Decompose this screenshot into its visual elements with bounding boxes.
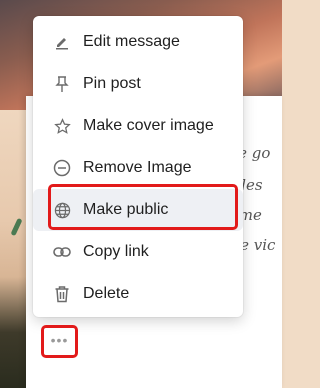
menu-item-pin-post[interactable]: Pin post	[33, 63, 243, 105]
menu-item-copy-link[interactable]: Copy link	[33, 231, 243, 273]
link-icon	[51, 241, 73, 263]
pin-icon	[51, 73, 73, 95]
leaf-decoration	[10, 217, 23, 237]
menu-item-label: Make cover image	[83, 117, 214, 134]
globe-icon	[51, 199, 73, 221]
menu-item-label: Make public	[83, 201, 169, 218]
menu-item-remove-image[interactable]: Remove Image	[33, 147, 243, 189]
menu-item-edit-message[interactable]: Edit message	[33, 21, 243, 63]
menu-item-label: Pin post	[83, 75, 141, 92]
menu-item-label: Copy link	[83, 243, 149, 260]
pencil-icon	[51, 31, 73, 53]
background-decoration	[0, 110, 26, 388]
menu-item-label: Remove Image	[83, 159, 192, 176]
menu-item-delete[interactable]: Delete	[33, 273, 243, 315]
menu-item-label: Delete	[83, 285, 130, 302]
star-icon	[51, 115, 73, 137]
menu-item-make-public[interactable]: Make public	[33, 189, 243, 231]
ellipsis-icon: •••	[50, 332, 69, 348]
more-options-button[interactable]: •••	[41, 325, 78, 358]
trash-icon	[51, 283, 73, 305]
menu-item-make-cover-image[interactable]: Make cover image	[33, 105, 243, 147]
minus-circle-icon	[51, 157, 73, 179]
post-options-menu: Edit message Pin post Make cover image R…	[33, 16, 243, 317]
menu-item-label: Edit message	[83, 33, 180, 50]
